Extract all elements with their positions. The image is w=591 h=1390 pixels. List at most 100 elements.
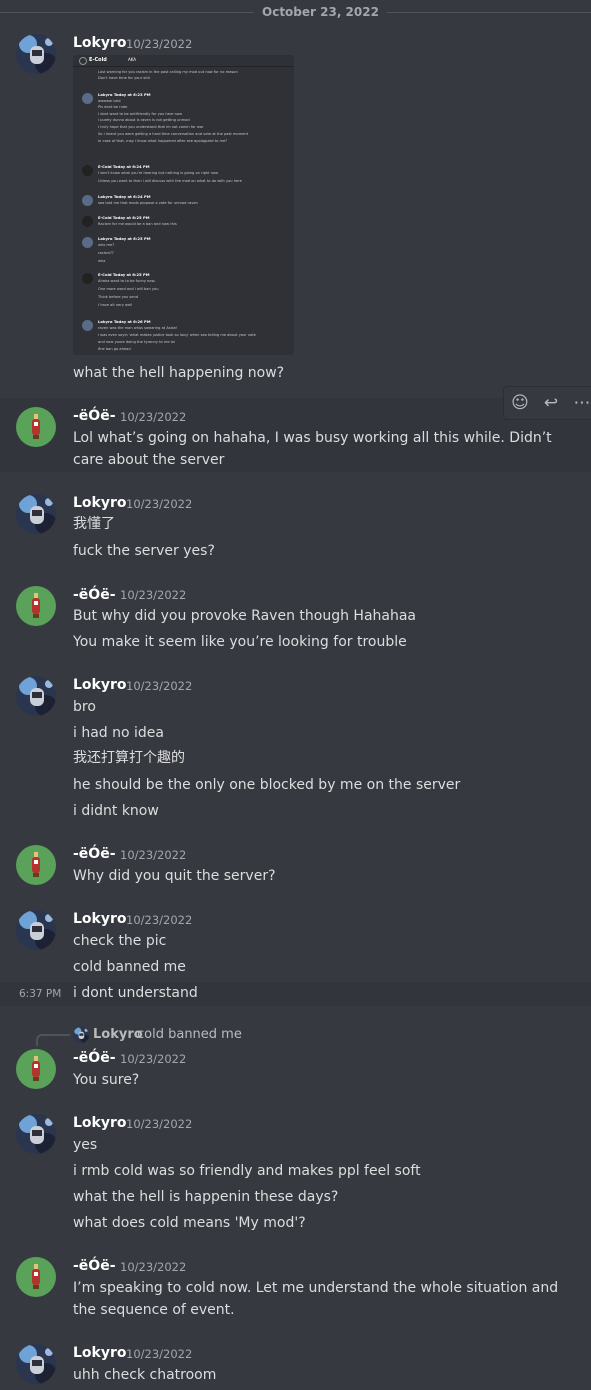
screenshot-avatar — [82, 216, 93, 227]
message-text: bro — [73, 699, 96, 715]
message-timestamp: 10/23/2022 — [120, 1260, 187, 1274]
avatar[interactable] — [16, 845, 56, 885]
screenshot-line: who me? — [98, 243, 115, 247]
screenshot-line: racism?? — [98, 251, 114, 255]
screenshot-line: sea told me that mods propose a vote for… — [98, 201, 198, 205]
screenshot-line: Ahaha want to to be funny now.. — [98, 279, 157, 283]
avatar[interactable] — [16, 910, 56, 950]
screenshot-line: Unless you want to then i will discuss w… — [98, 179, 242, 183]
screenshot-line: wha — [98, 259, 106, 263]
avatar[interactable] — [16, 1114, 56, 1154]
screenshot-author: E-Cold Today at 6:25 PM — [98, 215, 150, 220]
screenshot-line: I don't know what you're hearing but not… — [98, 171, 219, 175]
screenshot-line: I purely dunno about is raven is not get… — [98, 118, 190, 122]
message-timestamp: 10/23/2022 — [120, 1052, 187, 1066]
more-options-icon[interactable]: ⋯ — [570, 391, 591, 415]
date-divider-label: October 23, 2022 — [254, 5, 387, 19]
avatar[interactable] — [16, 586, 56, 626]
avatar[interactable] — [16, 407, 56, 447]
username[interactable]: -ëÓë- — [73, 587, 116, 604]
message-timestamp: 10/23/2022 — [126, 679, 193, 693]
avatar[interactable] — [16, 1049, 56, 1089]
message-text: what the hell is happenin these days? — [73, 1189, 339, 1205]
add-reaction-icon[interactable]: ☺ — [508, 391, 532, 415]
screenshot-line: fine ban go ahead — [98, 347, 131, 351]
hover-timestamp: 6:37 PM — [19, 988, 62, 1000]
avatar[interactable] — [16, 1257, 56, 1297]
message-text: check the pic — [73, 933, 167, 949]
screenshot-author: Lokyro Today at 6:25 PM — [98, 236, 151, 241]
screenshot-avatar — [82, 320, 93, 331]
screenshot-avatar — [82, 195, 93, 206]
message-text: yes — [73, 1137, 98, 1153]
username[interactable]: Lokyro — [73, 1345, 127, 1362]
screenshot-avatar — [82, 237, 93, 248]
username[interactable]: -ëÓë- — [73, 846, 116, 863]
message-text: You sure? — [73, 1072, 140, 1088]
screenshot-line: raven was the man whos swearing at Asian… — [98, 326, 178, 330]
avatar[interactable] — [16, 494, 56, 534]
reply-author[interactable]: Lokyro — [93, 1026, 143, 1043]
username[interactable]: -ëÓë- — [73, 1050, 116, 1067]
avatar[interactable] — [16, 676, 56, 716]
message-timestamp: 10/23/2022 — [126, 913, 193, 927]
screenshot-avatar — [82, 165, 93, 176]
screenshot-line: I have alt very well — [98, 303, 133, 307]
avatar[interactable] — [16, 34, 56, 74]
message-text: uhh check chatroom — [73, 1367, 217, 1383]
message-text: he should be the only one blocked by me … — [73, 777, 461, 793]
screenshot-author: Lokyro Today at 6:23 PM — [98, 92, 151, 97]
message-timestamp: 10/23/2022 — [120, 588, 187, 602]
screenshot-header-name: E-Cold — [89, 57, 107, 63]
message-text: what the hell happening now? — [73, 365, 285, 381]
screenshot-attachment[interactable]: E-Cold AKA Last warning for you racism i… — [73, 55, 294, 355]
message-text: But why did you provoke Raven though Hah… — [73, 608, 417, 624]
screenshot-line: Last warning for you racism in the past … — [98, 70, 238, 74]
message-text: I’m speaking to cold now. Let me underst… — [73, 1280, 559, 1318]
screenshot-line: In case of that, may i know what happene… — [98, 139, 228, 143]
message-text: 我懂了 — [73, 516, 115, 532]
message-text: i had no idea — [73, 725, 164, 741]
username[interactable]: Lokyro — [73, 35, 127, 52]
screenshot-line: Think before you send — [98, 295, 139, 299]
screenshot-line: So i heard you were getting a hard time … — [98, 132, 249, 136]
message-text: i rmb cold was so friendly and makes ppl… — [73, 1163, 421, 1179]
username[interactable]: -ëÓë- — [73, 1258, 116, 1275]
message-text: 我还打算打个趣的 — [73, 750, 185, 766]
message-text: i didnt know — [73, 803, 159, 819]
message-text: what does cold means 'My mod'? — [73, 1215, 306, 1231]
screenshot-author: E-Cold Today at 6:25 PM — [98, 272, 150, 277]
screenshot-line: I dont want to be antifriendly for you h… — [98, 112, 183, 116]
username[interactable]: Lokyro — [73, 911, 127, 928]
message-timestamp: 10/23/2022 — [120, 848, 187, 862]
screenshot-avatar — [82, 93, 93, 104]
screenshot-line: Don't have time for your shit — [98, 76, 150, 80]
reply-icon[interactable]: ↩ — [539, 391, 563, 415]
message-text: cold banned me — [73, 959, 186, 975]
screenshot-header: E-Cold AKA — [73, 55, 294, 67]
avatar[interactable] — [16, 1344, 56, 1384]
username[interactable]: -ëÓë- — [73, 408, 116, 425]
channel-icon — [79, 57, 87, 65]
screenshot-author: Lokyro Today at 6:26 PM — [98, 319, 151, 324]
screenshot-author: Lokyro Today at 6:24 PM — [98, 194, 151, 199]
message-timestamp: 10/23/2022 — [126, 37, 193, 51]
reply-preview[interactable]: cold banned me — [137, 1026, 242, 1043]
message-text: Why did you quit the server? — [73, 868, 276, 884]
screenshot-line: and now youre doing the tyranny to me lo… — [98, 340, 175, 344]
screenshot-line: awwww cold — [98, 99, 121, 103]
message-timestamp: 10/23/2022 — [126, 497, 193, 511]
screenshot-author: E-Cold Today at 6:24 PM — [98, 164, 150, 169]
screenshot-header-tag: AKA — [128, 57, 137, 62]
screenshot-line: One more word and i will ban you — [98, 287, 159, 291]
message-timestamp: 10/23/2022 — [126, 1347, 193, 1361]
reply-connector — [36, 1034, 70, 1046]
username[interactable]: Lokyro — [73, 1115, 127, 1132]
username[interactable]: Lokyro — [73, 495, 127, 512]
message-toolbar: ☺ ↩ ⋯ — [503, 386, 591, 420]
message-timestamp: 10/23/2022 — [126, 1117, 193, 1131]
reply-avatar — [73, 1027, 89, 1043]
username[interactable]: Lokyro — [73, 677, 127, 694]
screenshot-line: I truly hope that you understand that im… — [98, 125, 204, 129]
screenshot-avatar — [82, 273, 93, 284]
